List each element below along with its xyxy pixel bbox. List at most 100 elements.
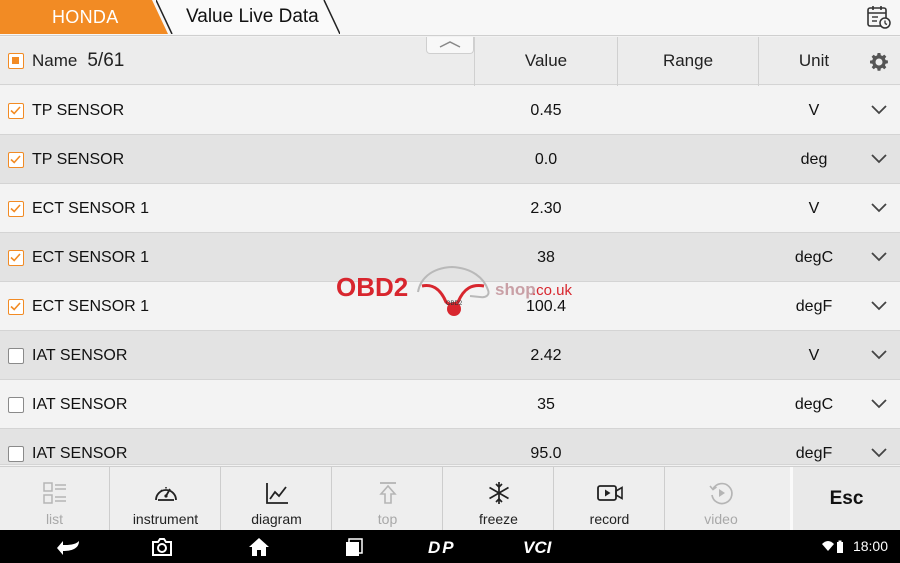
checkmark-icon: [10, 253, 21, 262]
top-button[interactable]: top: [333, 467, 443, 531]
list-button[interactable]: list: [0, 467, 110, 531]
dp-logo-text: DP: [428, 538, 456, 556]
row-checkbox[interactable]: [8, 250, 24, 266]
instrument-button[interactable]: instrument: [111, 467, 221, 531]
camera-icon[interactable]: [150, 537, 174, 557]
collapse-header-tab[interactable]: [426, 37, 474, 54]
row-value: 2.30: [530, 200, 562, 217]
watermark-shop: shop: [495, 280, 536, 299]
checkmark-icon: [10, 302, 21, 311]
row-name: IAT SENSOR: [32, 347, 128, 364]
row-value: 0.0: [534, 151, 558, 168]
vci-logo-text: VCI: [523, 538, 553, 556]
chevron-down-icon[interactable]: [870, 151, 888, 165]
page-title: Value Live Data: [186, 6, 319, 27]
row-checkbox[interactable]: [8, 103, 24, 119]
row-checkbox[interactable]: [8, 446, 24, 462]
row-unit: V: [808, 200, 820, 217]
freeze-label: freeze: [479, 511, 518, 527]
video-label: video: [704, 511, 738, 527]
chevron-down-icon[interactable]: [870, 396, 888, 410]
row-name: ECT SENSOR 1: [32, 200, 150, 217]
watermark-brand: OBD2: [336, 272, 409, 302]
row-name: TP SENSOR: [32, 151, 125, 168]
back-icon[interactable]: [55, 537, 83, 557]
table-row[interactable]: ECT SENSOR 1 2.30 V: [0, 184, 900, 233]
row-checkbox[interactable]: [8, 152, 24, 168]
snowflake-icon: [488, 482, 509, 504]
row-unit: V: [808, 102, 820, 119]
unit-column-header: Unit: [798, 51, 830, 70]
wifi-battery-icon: [822, 540, 843, 553]
chevron-down-icon[interactable]: [870, 249, 888, 263]
diagram-label: diagram: [251, 511, 302, 527]
diagram-button[interactable]: diagram: [222, 467, 332, 531]
car-logo-icon: OBD2: [417, 265, 490, 316]
top-label: top: [377, 511, 398, 527]
instrument-label: instrument: [132, 511, 199, 527]
name-column-header: Name 5/61: [32, 37, 124, 85]
row-value: 2.42: [530, 347, 562, 364]
row-checkbox[interactable]: [8, 299, 24, 315]
report-calendar-icon[interactable]: [866, 4, 892, 30]
table-row[interactable]: IAT SENSOR 95.0 degF: [0, 429, 900, 465]
range-column-header: Range: [662, 51, 714, 70]
top-bar: HONDA Value Live Data: [0, 0, 900, 36]
chevron-down-icon[interactable]: [870, 200, 888, 214]
checkmark-icon: [10, 155, 21, 164]
recent-apps-icon[interactable]: [343, 537, 365, 557]
gauge-icon: [154, 487, 177, 501]
dp-logo: DP: [428, 538, 456, 556]
breadcrumb-brand[interactable]: HONDA: [0, 0, 168, 34]
checkmark-icon: [10, 106, 21, 115]
replay-icon: [709, 482, 733, 505]
vci-logo: VCI: [523, 538, 553, 556]
home-icon[interactable]: [247, 536, 271, 558]
row-checkbox[interactable]: [8, 348, 24, 364]
record-label: record: [589, 511, 630, 527]
row-name: TP SENSOR: [32, 102, 125, 119]
watermark: OBD2 OBD2 shop .co.uk: [336, 262, 572, 318]
table-row[interactable]: IAT SENSOR 2.42 V: [0, 331, 900, 380]
watermark-badge-text: OBD2: [446, 301, 463, 307]
row-unit: deg: [800, 151, 828, 168]
list-label: list: [45, 511, 64, 527]
row-name: IAT SENSOR: [32, 445, 128, 462]
row-value: 35: [537, 396, 555, 413]
value-column-header: Value: [524, 51, 568, 70]
row-name: ECT SENSOR 1: [32, 249, 150, 266]
row-checkbox[interactable]: [8, 397, 24, 413]
video-button[interactable]: video: [666, 467, 776, 531]
chevron-down-icon[interactable]: [870, 445, 888, 459]
settings-gear-icon[interactable]: [869, 52, 889, 72]
table-row[interactable]: TP SENSOR 0.0 deg: [0, 135, 900, 184]
breadcrumb-page: Value Live Data: [156, 0, 340, 34]
freeze-button[interactable]: freeze: [444, 467, 554, 531]
row-name: IAT SENSOR: [32, 396, 128, 413]
chevron-down-icon[interactable]: [870, 347, 888, 361]
chevron-up-icon: [439, 41, 461, 48]
clock: 18:00: [852, 538, 888, 554]
breadcrumb-brand-label: HONDA: [52, 7, 119, 27]
row-value: 0.45: [530, 102, 562, 119]
function-toolbar: list instrument diagram top freeze recor…: [0, 466, 900, 531]
row-checkbox[interactable]: [8, 201, 24, 217]
row-unit: degC: [794, 396, 834, 413]
select-all-checkbox[interactable]: [8, 53, 24, 69]
table-row[interactable]: IAT SENSOR 35 degC: [0, 380, 900, 429]
row-name: ECT SENSOR 1: [32, 298, 150, 315]
row-unit: degF: [795, 298, 833, 315]
row-unit: degF: [795, 445, 833, 462]
table-row[interactable]: TP SENSOR 0.45 V: [0, 86, 900, 135]
chevron-down-icon[interactable]: [870, 298, 888, 312]
move-to-top-icon: [378, 482, 397, 504]
selected-count: 5/61: [87, 50, 125, 71]
row-unit: V: [808, 347, 820, 364]
watermark-domain: .co.uk: [532, 282, 573, 299]
name-header-label: Name: [32, 51, 78, 70]
chevron-down-icon[interactable]: [870, 102, 888, 116]
record-button[interactable]: record: [555, 467, 665, 531]
row-unit: degC: [794, 249, 834, 266]
checkmark-icon: [10, 204, 21, 213]
esc-button[interactable]: Esc: [790, 467, 900, 531]
